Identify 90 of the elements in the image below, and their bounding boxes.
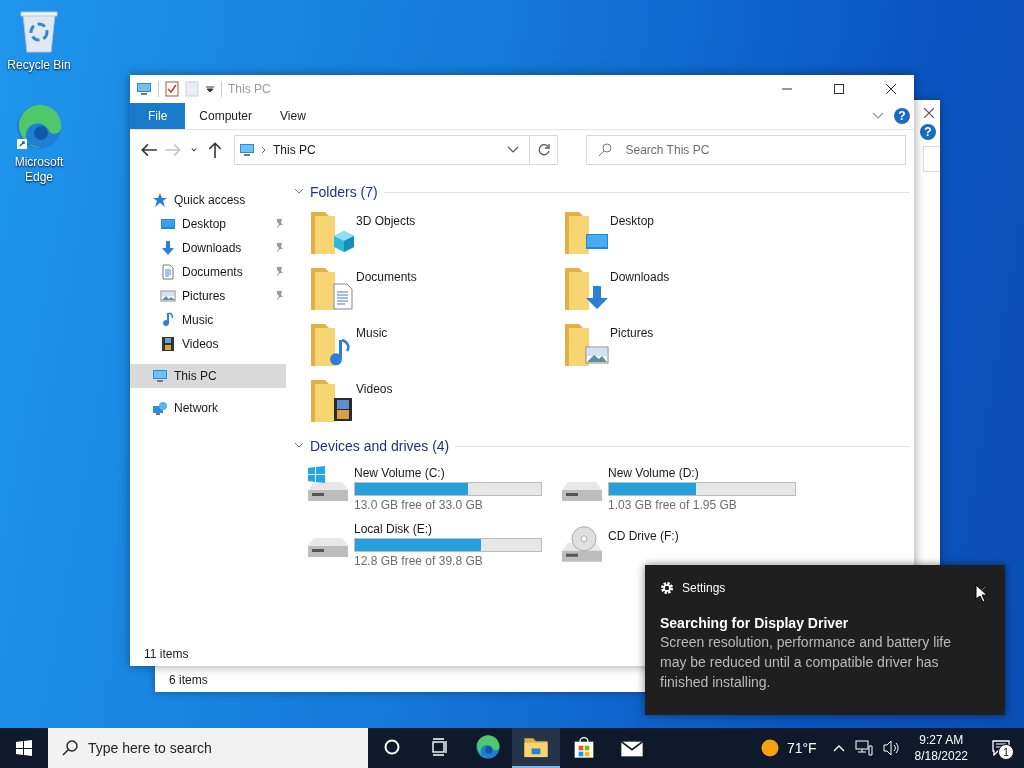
storage-reading: 1.03 GB free of 1.95 GB	[608, 498, 738, 512]
desktop-icon	[160, 216, 176, 232]
window-title: This PC	[228, 82, 271, 96]
folder-item[interactable]: Downloads	[562, 262, 816, 318]
film-icon	[160, 336, 176, 352]
document-icon	[160, 264, 176, 280]
clock[interactable]: 9:27 AM 8/18/2022	[910, 732, 972, 764]
properties-icon[interactable]	[165, 81, 179, 97]
cd-drive-icon	[562, 526, 602, 562]
close-icon	[886, 84, 896, 94]
refresh-button[interactable]	[529, 135, 559, 165]
star-icon	[152, 192, 168, 208]
drive-name[interactable]: Local Disk (E:)	[354, 522, 542, 536]
clock-date: 8/18/2022	[914, 748, 968, 764]
close-icon[interactable]	[924, 108, 934, 118]
chevron-up-icon[interactable]	[832, 744, 845, 752]
network-icon	[152, 400, 168, 416]
computer-icon	[152, 368, 168, 384]
status-text: 11 items	[144, 647, 189, 661]
chevron-right-icon	[261, 146, 267, 154]
chevron-down-icon[interactable]	[294, 188, 304, 196]
drive-icon	[562, 482, 602, 501]
computer-icon	[136, 81, 152, 97]
folder-item[interactable]: Documents	[308, 262, 562, 318]
up-arrow-icon[interactable]	[206, 140, 224, 160]
folder-item[interactable]: 3D Objects	[308, 206, 562, 262]
drive-icon	[308, 466, 348, 501]
help-button[interactable]: ?	[920, 124, 936, 140]
taskbar-app-button[interactable]	[512, 728, 560, 768]
music-note-icon	[160, 312, 176, 328]
notifications-button[interactable]: 1	[986, 733, 1016, 763]
folder-item[interactable]: Pictures	[562, 318, 816, 374]
address-path[interactable]: This PC	[273, 143, 501, 157]
nav-item[interactable]: Downloads	[130, 236, 286, 260]
picture-icon	[160, 288, 176, 304]
storage-reading: 13.0 GB free of 33.0 GB	[354, 498, 484, 512]
network-icon[interactable]	[854, 740, 873, 756]
browser-icon	[475, 734, 501, 760]
nav-item[interactable]: Pictures	[130, 284, 286, 308]
taskbar-search-field[interactable]: Type here to search	[48, 728, 368, 768]
storage-reading: 12.8 GB free of 39.8 GB	[354, 554, 484, 568]
search-icon	[62, 740, 78, 756]
nav-item[interactable]: Music	[130, 308, 286, 332]
nav-item[interactable]: Documents	[130, 260, 286, 284]
gear-icon	[660, 581, 674, 595]
windows-logo-icon	[16, 740, 32, 756]
status-text: 6 items	[169, 673, 208, 687]
group-heading[interactable]: Devices and drives (4)	[310, 438, 450, 454]
chevron-down-icon[interactable]	[506, 146, 519, 154]
task-view-icon	[431, 738, 449, 756]
drive-name[interactable]: New Volume (C:)	[354, 466, 542, 480]
volume-icon[interactable]	[882, 740, 901, 756]
ribbon-tab[interactable]: Computer	[185, 103, 267, 129]
folder-item[interactable]: Music	[308, 318, 562, 374]
input-field[interactable]	[923, 146, 940, 172]
app-name: Settings	[682, 581, 726, 595]
download-arrow-icon	[160, 240, 176, 256]
shopping-bag-icon	[572, 735, 596, 759]
address-bar[interactable]: This PC	[234, 135, 530, 165]
computer-icon	[239, 142, 255, 158]
nav-item[interactable]: Videos	[130, 332, 286, 356]
nav-item[interactable]: Quick access	[130, 188, 286, 212]
drive-icon	[308, 538, 348, 557]
message-icon	[992, 740, 1010, 756]
help-button[interactable]: ?	[894, 108, 910, 124]
mouse-cursor-icon	[975, 584, 987, 602]
refresh-icon	[536, 143, 551, 157]
nav-item[interactable]: Network	[130, 396, 286, 420]
clock-time: 9:27 AM	[919, 732, 964, 748]
dropdown-icon[interactable]	[205, 84, 215, 94]
sun-icon	[760, 739, 779, 757]
folder-item[interactable]: Desktop	[562, 206, 816, 262]
notification-message: Screen resolution, performance and battery life may be reduced until a compatible driver has finished installing.	[660, 633, 953, 692]
chevron-down-icon[interactable]	[294, 442, 304, 450]
notification-count-badge: 1	[998, 744, 1014, 760]
nav-item[interactable]: This PC	[130, 364, 286, 388]
search-field[interactable]: Search This PC	[586, 135, 906, 165]
circle-icon	[383, 738, 401, 756]
notification-title: Searching for Display Driver	[660, 615, 850, 631]
drive-name[interactable]: New Volume (D:)	[608, 466, 796, 480]
ribbon-tab[interactable]: View	[266, 103, 320, 129]
folder-item[interactable]: Videos	[308, 374, 562, 430]
weather-widget[interactable]: 71°F	[760, 739, 817, 757]
maximize-icon	[834, 84, 844, 94]
browser-icon	[15, 103, 63, 151]
search-icon	[598, 143, 613, 157]
nav-item[interactable]: Desktop	[130, 212, 286, 236]
group-heading[interactable]: Folders (7)	[310, 184, 378, 200]
drive-name[interactable]: CD Drive (F:)	[608, 529, 796, 543]
ribbon-tab[interactable]: File	[130, 103, 186, 129]
